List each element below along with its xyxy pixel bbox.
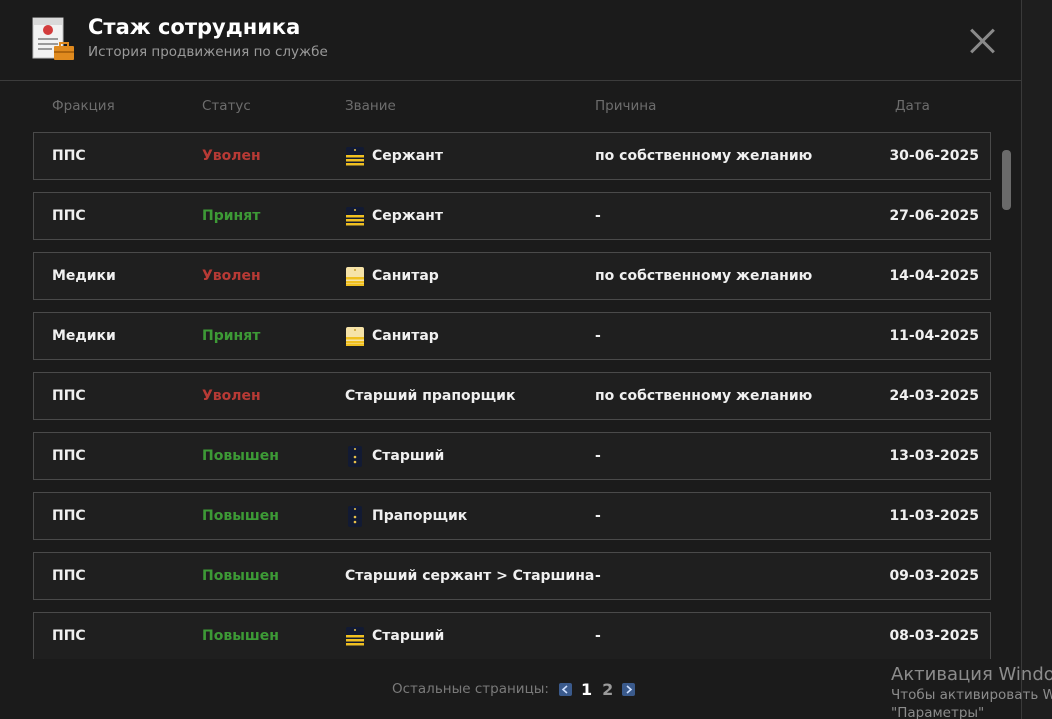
sergeant-shoulder-strap-icon (345, 145, 372, 167)
reason-cell: - (595, 328, 601, 344)
date-cell: 08-03-2025 (889, 628, 979, 644)
employee-tenure-modal: Стаж сотрудника История продвижения по с… (0, 0, 1022, 719)
status-cell: Уволен (202, 148, 261, 164)
rank-cell: Прапорщик (345, 493, 467, 539)
table-row: ППС Повышен Прапорщик - 11-03-2025 (33, 492, 991, 540)
table-row: Медики Уволен Санитар по собственному желан… (33, 252, 991, 300)
rank-cell: Санитар (345, 253, 439, 299)
faction-cell: Медики (52, 328, 116, 344)
rank-label: Прапорщик (372, 508, 468, 524)
column-faction: Фракция (52, 98, 115, 114)
rank-label: Старший (372, 448, 445, 464)
scrollbar-thumb[interactable] (1002, 150, 1011, 210)
rank-label: Старший прапорщик (345, 388, 516, 404)
reason-cell: по собственному желанию (595, 148, 813, 164)
medic-shoulder-strap-icon (345, 325, 372, 347)
watermark-line1: Чтобы активировать Windows, (891, 687, 1052, 703)
watermark-line2: "Параметры" (891, 705, 985, 719)
rank-cell: Старший прапорщик (345, 373, 515, 419)
pagination: Остальные страницы: 1 2 (392, 680, 636, 699)
history-table[interactable]: ППС Уволен Сержант по собственному желанию 3… (33, 132, 991, 659)
table-row: ППС Повышен Старший - 13-03-2025 (33, 432, 991, 480)
column-rank: Звание (345, 98, 396, 114)
reason-cell: - (595, 628, 601, 644)
status-cell: Повышен (202, 448, 279, 464)
prev-page-icon[interactable] (558, 682, 572, 696)
faction-cell: ППС (52, 628, 86, 644)
date-cell: 30-06-2025 (889, 148, 979, 164)
modal-header: Стаж сотрудника История продвижения по с… (0, 0, 1021, 81)
rank-cell: Старший сержант > Старшина (345, 553, 594, 599)
next-page-icon[interactable] (622, 682, 636, 696)
rank-label: Старший сержант > Старшина (345, 568, 595, 584)
status-cell: Повышен (202, 628, 279, 644)
faction-cell: ППС (52, 388, 86, 404)
rank-cell: Сержант (345, 193, 443, 239)
windows-activation-watermark: Активация Windows Чтобы активировать Win… (891, 664, 1052, 719)
status-cell: Уволен (202, 388, 261, 404)
table-row: ППС Уволен Старший прапорщик по собственном… (33, 372, 991, 420)
column-date: Дата (895, 98, 930, 114)
faction-cell: ППС (52, 508, 86, 524)
warrant-officer-shoulder-strap-icon (345, 445, 372, 467)
sergeant-shoulder-strap-icon (345, 205, 372, 227)
warrant-officer-shoulder-strap-icon (345, 505, 372, 527)
status-cell: Принят (202, 328, 261, 344)
faction-cell: Медики (52, 268, 116, 284)
rank-label: Сержант (372, 148, 443, 164)
table-row: ППС Уволен Сержант по собственному желанию 3… (33, 132, 991, 180)
document-briefcase-icon (32, 17, 74, 60)
table-row: ППС Принят Сержант - 27-06-2025 (33, 192, 991, 240)
date-cell: 13-03-2025 (889, 448, 979, 464)
date-cell: 27-06-2025 (889, 208, 979, 224)
faction-cell: ППС (52, 568, 86, 584)
date-cell: 14-04-2025 (889, 268, 979, 284)
table-row: Медики Принят Санитар - 11-04-2025 (33, 312, 991, 360)
reason-cell: по собственному желанию (595, 268, 813, 284)
reason-cell: - (595, 448, 601, 464)
date-cell: 11-04-2025 (889, 328, 979, 344)
date-cell: 11-03-2025 (889, 508, 979, 524)
rank-label: Санитар (372, 268, 439, 284)
background-app (1022, 0, 1052, 719)
column-status: Статус (202, 98, 251, 114)
rank-cell: Старший (345, 433, 444, 479)
table-row: ППС Повышен Старший сержант > Старшина - 09-… (33, 552, 991, 600)
rank-label: Санитар (372, 328, 439, 344)
status-cell: Повышен (202, 508, 279, 524)
status-cell: Повышен (202, 568, 279, 584)
faction-cell: ППС (52, 148, 86, 164)
reason-cell: - (595, 508, 601, 524)
medic-shoulder-strap-icon (345, 265, 372, 287)
page-1-link[interactable]: 1 (581, 680, 592, 699)
status-cell: Принят (202, 208, 261, 224)
column-reason: Причина (595, 98, 657, 114)
rank-cell: Сержант (345, 133, 443, 179)
rank-label: Старший (372, 628, 445, 644)
rank-cell: Старший (345, 613, 444, 659)
sergeant-shoulder-strap-icon (345, 625, 372, 647)
table-header: Фракция Статус Звание Причина Дата (0, 98, 1000, 118)
faction-cell: ППС (52, 448, 86, 464)
status-cell: Уволен (202, 268, 261, 284)
date-cell: 09-03-2025 (889, 568, 979, 584)
modal-title: Стаж сотрудника (88, 15, 301, 39)
page-2-link[interactable]: 2 (602, 680, 613, 699)
modal-subtitle: История продвижения по службе (88, 44, 328, 60)
reason-cell: по собственному желанию (595, 388, 813, 404)
rank-label: Сержант (372, 208, 443, 224)
close-icon[interactable] (965, 24, 999, 58)
table-row: ППС Повышен Старший - 08-03-2025 (33, 612, 991, 659)
reason-cell: - (595, 208, 601, 224)
watermark-title: Активация Windows (891, 664, 1052, 685)
faction-cell: ППС (52, 208, 86, 224)
pagination-label: Остальные страницы: (392, 681, 549, 697)
date-cell: 24-03-2025 (889, 388, 979, 404)
reason-cell: - (595, 568, 601, 584)
rank-cell: Санитар (345, 313, 439, 359)
